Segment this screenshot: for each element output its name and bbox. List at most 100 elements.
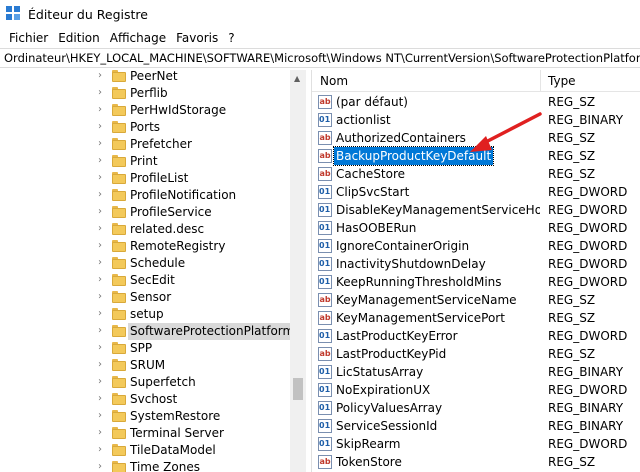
tree-item-label: Superfetch xyxy=(130,375,196,389)
tree-item[interactable]: › Superfetch xyxy=(0,374,290,391)
value-row[interactable]: 011 DisableKeyManagementServiceHostCa... R… xyxy=(312,201,640,219)
tree-item[interactable]: › PeerNet xyxy=(0,70,290,85)
value-row[interactable]: 011 ServiceSessionId REG_BINARY xyxy=(312,417,640,435)
chevron-right-icon[interactable]: › xyxy=(98,88,108,98)
value-name: LastProductKeyPid xyxy=(336,347,447,361)
tree-item[interactable]: › ProfileNotification xyxy=(0,187,290,204)
tree-item[interactable]: › SoftwareProtectionPlatform xyxy=(0,323,297,340)
value-row[interactable]: 011 actionlist REG_BINARY xyxy=(312,111,640,129)
address-bar[interactable]: Ordinateur\HKEY_LOCAL_MACHINE\SOFTWARE\M… xyxy=(0,48,640,68)
chevron-right-icon[interactable]: › xyxy=(98,139,108,149)
values-list[interactable]: Nom Type ab (par défaut) REG_SZ 011 actionli… xyxy=(312,70,640,472)
column-divider[interactable] xyxy=(540,70,541,92)
scroll-up-icon[interactable]: ▲ xyxy=(294,74,300,83)
chevron-right-icon[interactable]: › xyxy=(98,71,108,81)
value-row[interactable]: ab LastProductKeyPid REG_SZ xyxy=(312,345,640,363)
value-row[interactable]: 011 ClipSvcStart REG_DWORD xyxy=(312,183,640,201)
chevron-right-icon[interactable]: › xyxy=(98,105,108,115)
scrollbar-thumb[interactable] xyxy=(293,378,303,400)
menu-affichage[interactable]: Affichage xyxy=(105,31,171,45)
value-name: actionlist xyxy=(336,113,391,127)
chevron-right-icon[interactable]: › xyxy=(98,360,108,370)
tree-item[interactable]: › PerHwIdStorage xyxy=(0,102,290,119)
menu-edition[interactable]: Edition xyxy=(53,31,105,45)
tree-item[interactable]: › related.desc xyxy=(0,221,290,238)
chevron-right-icon[interactable]: › xyxy=(98,258,108,268)
tree-item[interactable]: › Terminal Server xyxy=(0,425,290,442)
tree-item[interactable]: › SPP xyxy=(0,340,290,357)
value-row[interactable]: 011 InactivityShutdownDelay REG_DWORD xyxy=(312,255,640,273)
value-row[interactable]: ab TokenStore REG_SZ xyxy=(312,453,640,471)
value-row[interactable]: 011 LastProductKeyError REG_DWORD xyxy=(312,327,640,345)
tree-item[interactable]: › Sensor xyxy=(0,289,290,306)
value-type: REG_DWORD xyxy=(548,221,628,235)
chevron-right-icon[interactable]: › xyxy=(98,224,108,234)
tree-item[interactable]: › setup xyxy=(0,306,290,323)
value-name: PolicyValuesArray xyxy=(336,401,443,415)
chevron-right-icon[interactable]: › xyxy=(98,326,108,336)
chevron-right-icon[interactable]: › xyxy=(98,394,108,404)
menu-favoris[interactable]: Favoris xyxy=(171,31,223,45)
tree-scrollbar[interactable]: ▲ xyxy=(290,70,306,472)
chevron-right-icon[interactable]: › xyxy=(98,173,108,183)
tree-item[interactable]: › SRUM xyxy=(0,357,290,374)
column-header-type[interactable]: Type xyxy=(548,74,576,88)
tree-item[interactable]: › RemoteRegistry xyxy=(0,238,290,255)
menu-help[interactable]: ? xyxy=(223,31,239,45)
chevron-right-icon[interactable]: › xyxy=(98,122,108,132)
column-header-name[interactable]: Nom xyxy=(320,74,348,88)
folder-icon xyxy=(112,104,126,116)
tree-item[interactable]: › Schedule xyxy=(0,255,290,272)
tree-item-label: Perflib xyxy=(130,86,168,100)
value-row[interactable]: 011 SkipRearm REG_DWORD xyxy=(312,435,640,453)
value-row[interactable]: 011 KeepRunningThresholdMins REG_DWORD xyxy=(312,273,640,291)
value-row[interactable]: 011 PolicyValuesArray REG_BINARY xyxy=(312,399,640,417)
value-row[interactable]: ab CacheStore REG_SZ xyxy=(312,165,640,183)
chevron-right-icon[interactable]: › xyxy=(98,275,108,285)
chevron-right-icon[interactable]: › xyxy=(98,292,108,302)
tree-item[interactable]: › Perflib xyxy=(0,85,290,102)
chevron-right-icon[interactable]: › xyxy=(98,462,108,472)
chevron-right-icon[interactable]: › xyxy=(98,156,108,166)
tree-item[interactable]: › Time Zones xyxy=(0,459,290,472)
tree-item[interactable]: › ProfileService xyxy=(0,204,290,221)
value-type: REG_SZ xyxy=(548,95,596,109)
chevron-right-icon[interactable]: › xyxy=(98,309,108,319)
value-row[interactable]: 011 HasOOBERun REG_DWORD xyxy=(312,219,640,237)
value-type: REG_DWORD xyxy=(548,203,628,217)
chevron-right-icon[interactable]: › xyxy=(98,428,108,438)
value-row[interactable]: 011 LicStatusArray REG_BINARY xyxy=(312,363,640,381)
tree-item-label: Schedule xyxy=(130,256,186,270)
tree-item[interactable]: › SystemRestore xyxy=(0,408,290,425)
chevron-right-icon[interactable]: › xyxy=(98,190,108,200)
chevron-right-icon[interactable]: › xyxy=(98,377,108,387)
menu-fichier[interactable]: Fichier xyxy=(4,31,53,45)
registry-tree[interactable]: › PeerNet › Perflib › PerHwIdStorage › Ports › Pr… xyxy=(0,70,306,472)
value-type: REG_DWORD xyxy=(548,437,628,451)
tree-item[interactable]: › Svchost xyxy=(0,391,290,408)
value-row[interactable]: 011 NoExpirationUX REG_DWORD xyxy=(312,381,640,399)
chevron-right-icon[interactable]: › xyxy=(98,241,108,251)
tree-item[interactable]: › TileDataModel xyxy=(0,442,290,459)
value-row[interactable]: ab BackupProductKeyDefault REG_SZ xyxy=(312,146,640,166)
tree-item[interactable]: › Prefetcher xyxy=(0,136,290,153)
tree-item[interactable]: › Print xyxy=(0,153,290,170)
value-row[interactable]: 011 IgnoreContainerOrigin REG_DWORD xyxy=(312,237,640,255)
folder-icon xyxy=(112,189,126,201)
tree-item[interactable]: › ProfileList xyxy=(0,170,290,187)
tree-item[interactable]: › Ports xyxy=(0,119,290,136)
chevron-right-icon[interactable]: › xyxy=(98,343,108,353)
value-row[interactable]: ab KeyManagementServiceName REG_SZ xyxy=(312,291,640,309)
chevron-right-icon[interactable]: › xyxy=(98,411,108,421)
tree-item[interactable]: › SecEdit xyxy=(0,272,290,289)
value-type: REG_BINARY xyxy=(548,365,624,379)
value-row[interactable]: ab (par défaut) REG_SZ xyxy=(312,93,640,111)
chevron-right-icon[interactable]: › xyxy=(98,445,108,455)
value-type: REG_SZ xyxy=(548,311,596,325)
value-row[interactable]: ab KeyManagementServicePort REG_SZ xyxy=(312,309,640,327)
folder-icon xyxy=(112,325,126,337)
string-value-icon: ab xyxy=(318,347,332,361)
value-type: REG_BINARY xyxy=(548,113,624,127)
value-row[interactable]: ab AuthorizedContainers REG_SZ xyxy=(312,129,640,147)
chevron-right-icon[interactable]: › xyxy=(98,207,108,217)
